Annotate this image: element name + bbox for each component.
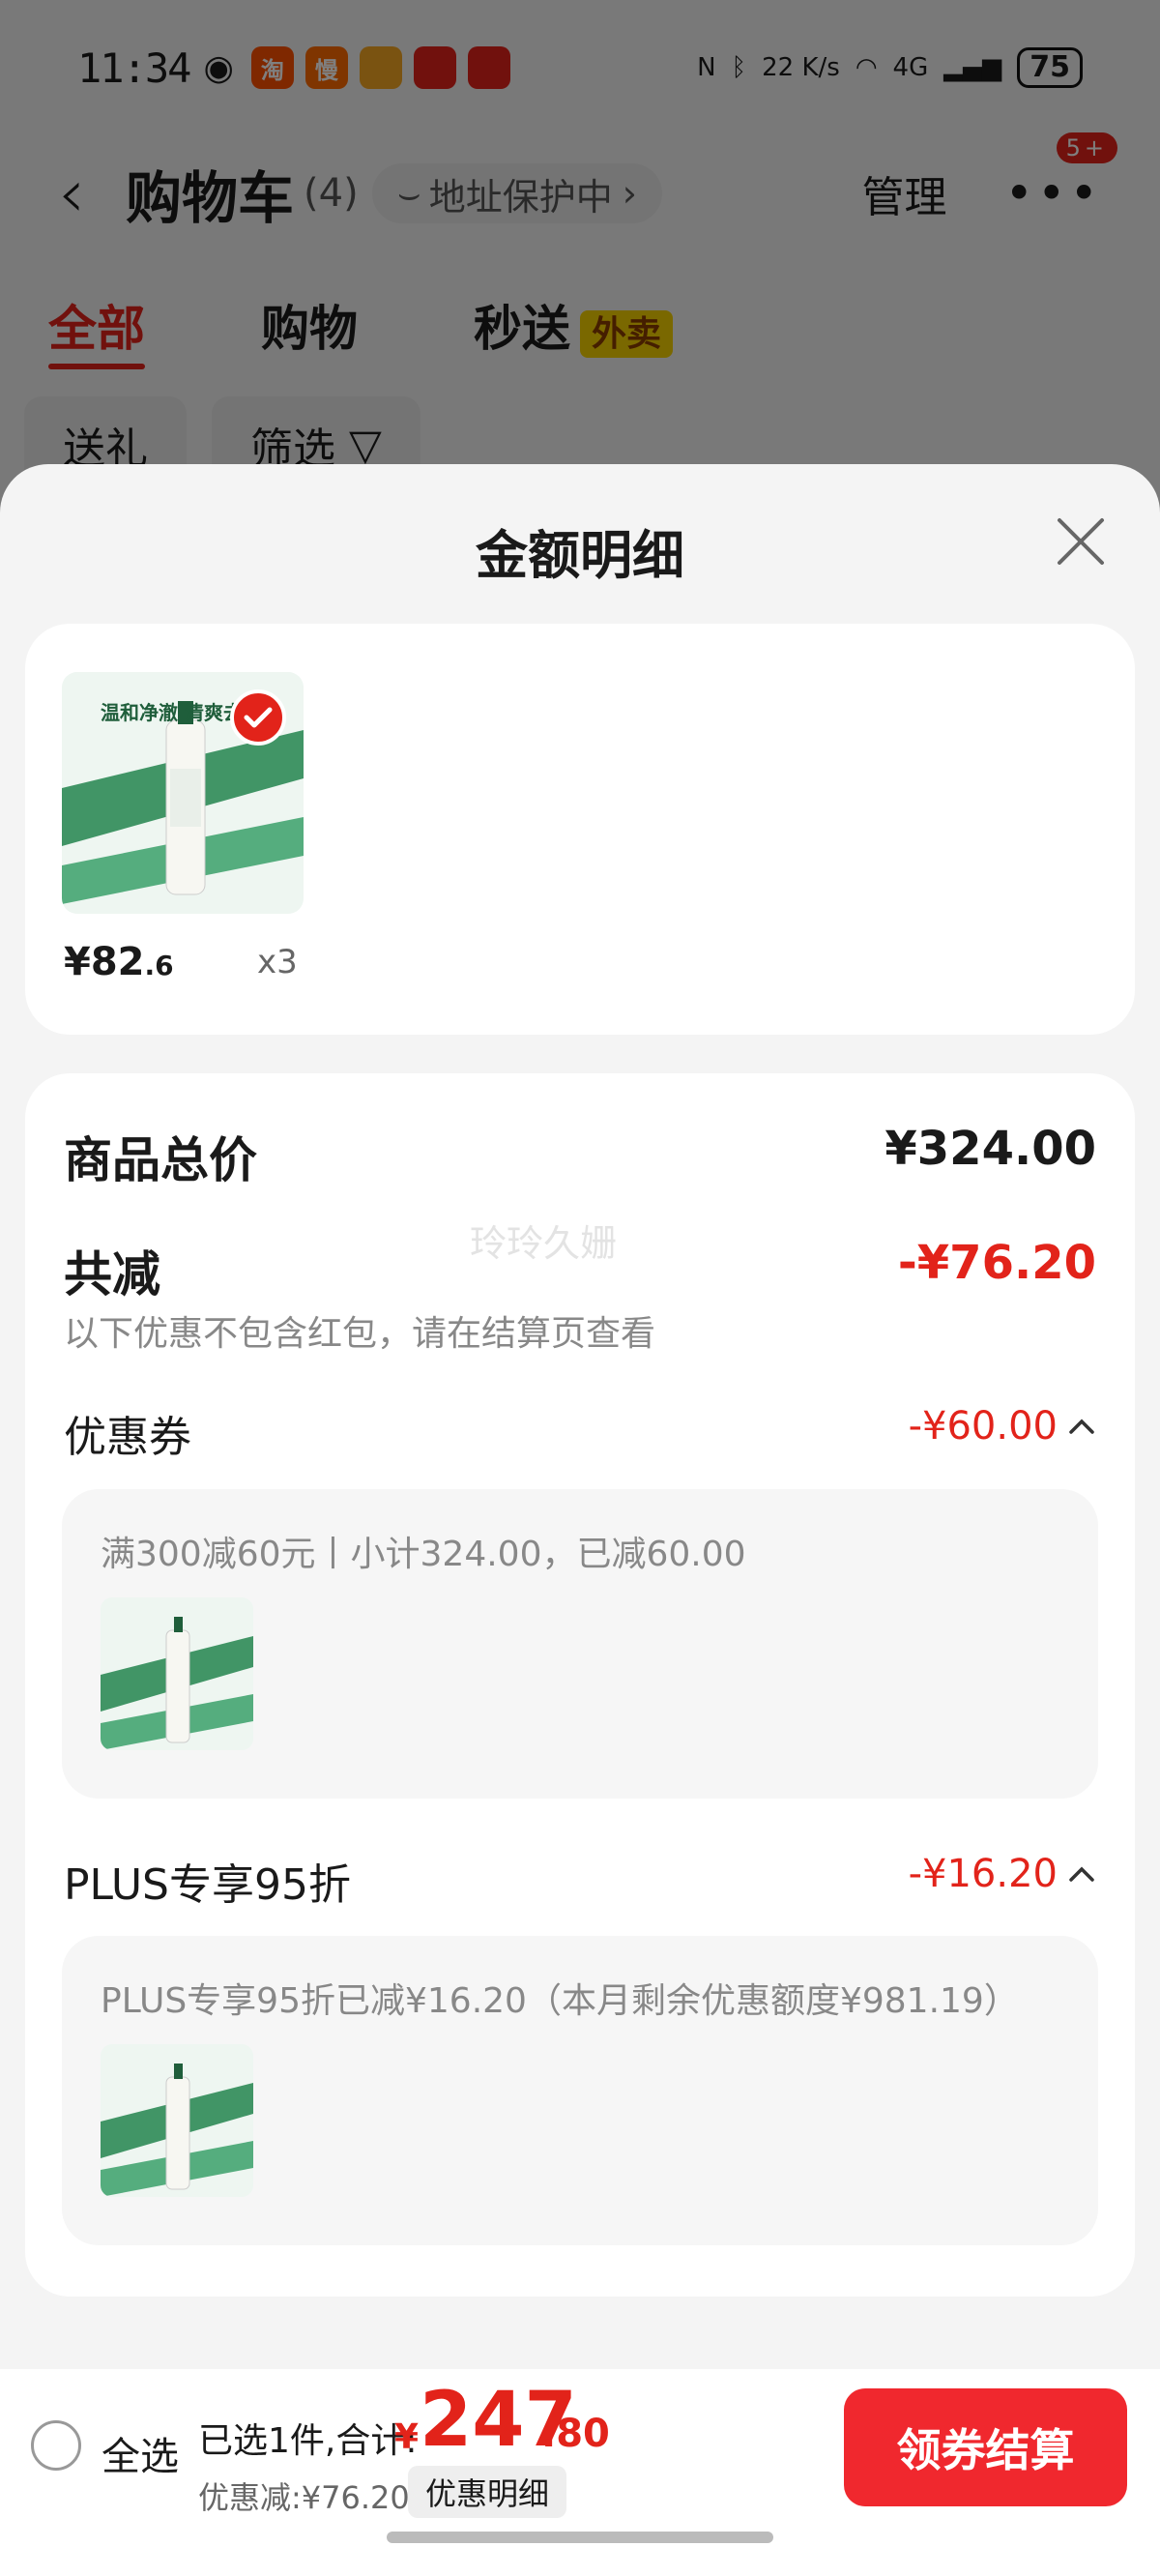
plus-discount-value: -¥16.20 — [908, 1852, 1058, 1896]
coupon-detail-text: 满300减60元丨小计324.00，已减60.00 — [101, 1535, 746, 1574]
product-quantity: x3 — [257, 943, 298, 981]
price-breakdown-card: 商品总价 ¥324.00 玲玲久姗 共减 -¥76.20 以下优惠不包含红包，请… — [25, 1073, 1135, 2297]
coupon-label: 优惠券 — [64, 1413, 191, 1462]
total-price-value: ¥324.00 — [884, 1122, 1096, 1176]
plus-discount-toggle[interactable]: -¥16.20 — [909, 1852, 1096, 1896]
discount-detail-button[interactable]: 优惠明细 — [408, 2466, 567, 2518]
product-price-dec: .6 — [144, 950, 174, 981]
plus-discount-label: PLUS专享95折 — [64, 1860, 351, 1910]
coupon-detail-box: 满300减60元丨小计324.00，已减60.00 — [62, 1489, 1098, 1799]
product-price: ¥82.6 — [64, 940, 174, 984]
price-detail-sheet: 金额明细 温和净澈 清爽去油 ¥82.6 x3 商品总价 ¥324.00 玲玲久… — [0, 464, 1160, 2369]
plus-detail-text: PLUS专享95折已减¥16.20（本月剩余优惠额度¥981.19） — [101, 1981, 1019, 2021]
select-all-radio[interactable] — [31, 2420, 81, 2471]
checkout-bar: 全选 已选1件,合计: ¥ 247 .80 优惠减:¥76.20 优惠明细 领券… — [0, 2369, 1160, 2576]
total-currency: ¥ — [394, 2417, 420, 2457]
selected-check-icon — [230, 689, 286, 746]
close-icon[interactable] — [1052, 512, 1110, 571]
chevron-up-icon — [1069, 1419, 1094, 1434]
select-all-label[interactable]: 全选 — [102, 2425, 179, 2481]
plus-detail-box: PLUS专享95折已减¥16.20（本月剩余优惠额度¥981.19） — [62, 1936, 1098, 2245]
total-reduce-value: -¥76.20 — [897, 1236, 1096, 1290]
discount-summary: 优惠减:¥76.20 — [198, 2479, 410, 2516]
chevron-up-icon — [1069, 1866, 1094, 1882]
home-indicator[interactable] — [387, 2532, 773, 2543]
reduce-note: 以下优惠不包含红包，请在结算页查看 — [64, 1314, 656, 1354]
product-card: 温和净澈 清爽去油 ¥82.6 x3 — [25, 624, 1135, 1035]
sheet-title: 金额明细 — [476, 525, 684, 586]
coupon-product-thumbnail — [101, 1597, 253, 1750]
watermark: 玲玲久姗 — [470, 1222, 618, 1265]
plus-product-thumbnail — [101, 2044, 253, 2197]
total-reduce-label: 共减 — [64, 1246, 160, 1303]
coupon-toggle[interactable]: -¥60.00 — [909, 1404, 1096, 1449]
product-price-int: ¥82 — [64, 940, 145, 984]
checkout-button[interactable]: 领券结算 — [844, 2388, 1127, 2506]
coupon-value: -¥60.00 — [908, 1404, 1058, 1449]
total-amount-dec: .80 — [541, 2412, 610, 2456]
total-price-label: 商品总价 — [64, 1132, 257, 1188]
selected-summary: 已选1件,合计: — [198, 2421, 418, 2461]
